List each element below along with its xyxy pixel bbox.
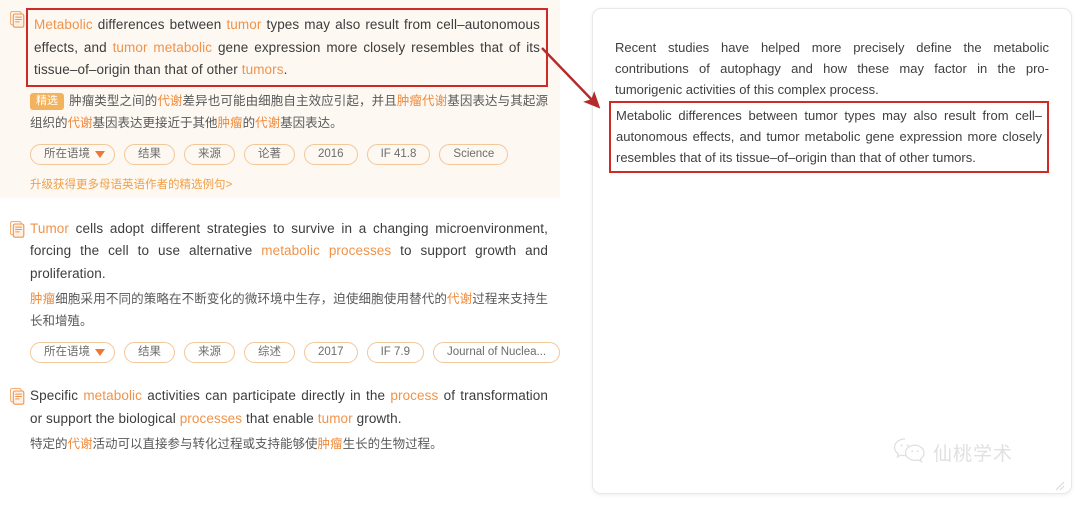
resize-grip-icon[interactable] [1055, 478, 1065, 491]
chinese-keyword[interactable]: 代谢 [68, 116, 93, 130]
english-keyword[interactable]: tumors [242, 62, 284, 77]
english-text: activities can participate directly in t… [142, 388, 391, 403]
tag-label: 结果 [138, 147, 161, 160]
metadata-tag[interactable]: Science [439, 143, 509, 165]
document-quote-icon[interactable] [10, 220, 25, 238]
metadata-tag[interactable]: IF 41.8 [366, 143, 431, 165]
sentence-results-list: Metabolic differences between tumor type… [0, 0, 560, 507]
sentence-row: Specific metabolic activities can partic… [10, 385, 548, 430]
tag-label: 来源 [198, 346, 221, 358]
metadata-tag[interactable]: 来源 [184, 342, 235, 363]
english-keyword[interactable]: processes [180, 411, 242, 426]
metadata-tag[interactable]: Journal of Nuclea... [433, 342, 560, 363]
document-quote-icon[interactable] [10, 11, 25, 28]
metadata-tag-row: 所在语境 结果 来源 论著 2016 IF 41.8 Science [10, 143, 548, 165]
chinese-keyword[interactable]: 代谢 [255, 116, 280, 130]
chinese-text: 生长的生物过程。 [342, 437, 443, 451]
english-sentence: Tumor cells adopt different strategies t… [30, 218, 548, 286]
chinese-text: 活动可以直接参与转化过程或支持能够使 [92, 437, 318, 451]
english-text: that enable [242, 410, 318, 426]
english-text: differences between [92, 17, 227, 32]
tag-label: 结果 [138, 346, 161, 358]
sentence-row: Metabolic differences between tumor type… [10, 8, 548, 87]
english-keyword[interactable]: Tumor [30, 221, 69, 236]
english-text: growth. [352, 410, 402, 426]
english-text: Specific [30, 388, 84, 403]
chinese-keyword[interactable]: 肿瘤 [30, 292, 55, 306]
sentence-entry: Metabolic differences between tumor type… [0, 0, 560, 198]
chinese-keyword[interactable]: 肿瘤 [218, 116, 243, 130]
document-quote-icon[interactable] [10, 388, 25, 405]
context-filter-tag[interactable]: 所在语境 [30, 143, 115, 165]
english-keyword[interactable]: tumor [318, 411, 353, 426]
tag-label: 综述 [258, 346, 281, 358]
tag-label: 所在语境 [44, 346, 90, 358]
metadata-tag[interactable]: 综述 [244, 342, 295, 363]
chevron-down-icon [95, 150, 105, 158]
english-sentence: Specific metabolic activities can partic… [30, 385, 548, 430]
metadata-tag[interactable]: 结果 [124, 143, 175, 165]
tag-label: 2017 [318, 346, 344, 358]
tag-label: 2016 [318, 147, 344, 160]
metadata-tag[interactable]: 论著 [244, 143, 295, 165]
tag-label: 来源 [198, 147, 221, 160]
metadata-tag[interactable]: 2016 [304, 143, 358, 165]
chinese-text: 差异也可能由细胞自主效应引起，并且 [182, 93, 397, 108]
english-keyword[interactable]: process [390, 388, 438, 403]
english-keyword[interactable]: tumor metabolic [113, 40, 213, 55]
tag-label: IF 41.8 [380, 147, 417, 160]
chinese-text: 基因表达。 [280, 115, 343, 130]
chinese-keyword[interactable]: 代谢 [447, 292, 472, 306]
entry-spacer [0, 369, 560, 377]
sentence-wrap: Specific metabolic activities can partic… [30, 385, 548, 430]
english-keyword[interactable]: Metabolic [34, 17, 93, 32]
chinese-translation: 特定的代谢活动可以直接参与转化过程或支持能够使肿瘤生长的生物过程。 [10, 433, 548, 455]
chinese-text: 细胞采用不同的策略在不断变化的微环境中生存，迫使细胞使用替代的 [55, 292, 447, 306]
watermark-text: 仙桃学术 [933, 443, 1014, 465]
chinese-keyword[interactable]: 代谢 [157, 94, 182, 108]
chinese-text: 的 [242, 115, 256, 130]
metadata-tag[interactable]: 2017 [304, 342, 358, 363]
entry-spacer [0, 198, 560, 210]
metadata-tag[interactable]: IF 7.9 [366, 342, 424, 363]
chevron-down-icon [95, 349, 105, 356]
sentence-entry: Specific metabolic activities can partic… [0, 377, 560, 461]
english-sentence-highlighted: Metabolic differences between tumor type… [26, 8, 548, 87]
metadata-tag[interactable]: 来源 [184, 143, 235, 165]
entry-spacer [0, 461, 560, 469]
upgrade-link[interactable]: 升级获得更多母语英语作者的精选例句> [10, 176, 548, 192]
watermark: 仙桃学术 [893, 437, 1013, 468]
screenshot-root: Metabolic differences between tumor type… [0, 0, 1080, 507]
metadata-tag[interactable]: 结果 [124, 342, 175, 363]
chinese-text: 肿瘤类型之间的 [69, 93, 158, 108]
english-keyword[interactable]: metabolic [83, 388, 142, 403]
chinese-translation: 肿瘤细胞采用不同的策略在不断变化的微环境中生存，迫使细胞使用替代的代谢过程来支持… [10, 288, 548, 332]
tag-label: IF 7.9 [380, 346, 410, 358]
source-context-panel: Recent studies have helped more precisel… [592, 8, 1072, 494]
sentence-entry: Tumor cells adopt different strategies t… [0, 210, 560, 370]
context-highlighted-sentence: Metabolic differences between tumor type… [609, 101, 1049, 173]
chinese-keyword[interactable]: 肿瘤 [318, 437, 343, 451]
chinese-text: 特定的 [30, 437, 68, 451]
english-keyword[interactable]: metabolic processes [261, 243, 391, 258]
tag-label: Science [453, 147, 495, 160]
featured-badge: 精选 [30, 92, 64, 110]
sentence-row: Tumor cells adopt different strategies t… [10, 218, 548, 286]
english-keyword[interactable]: tumor [226, 17, 261, 32]
context-paragraph: Recent studies have helped more precisel… [615, 40, 1049, 97]
sentence-wrap: Metabolic differences between tumor type… [26, 8, 548, 87]
chinese-keyword[interactable]: 肿瘤代谢 [397, 94, 447, 108]
wechat-logo-icon [893, 437, 927, 468]
chinese-translation: 精选 肿瘤类型之间的代谢差异也可能由细胞自主效应引起，并且肿瘤代谢基因表达与其起源… [10, 90, 548, 134]
tag-label: 论著 [258, 147, 281, 160]
tag-label: Journal of Nuclea... [447, 346, 547, 358]
metadata-tag-row: 所在语境 结果 来源 综述 2017 IF 7.9 Journal of Nuclea... [10, 342, 560, 363]
tag-label: 所在语境 [44, 147, 90, 160]
context-filter-tag[interactable]: 所在语境 [30, 342, 115, 363]
sentence-wrap: Tumor cells adopt different strategies t… [30, 218, 548, 286]
chinese-keyword[interactable]: 代谢 [68, 437, 93, 451]
chinese-text: 基因表达更接近于其他 [92, 115, 218, 130]
english-text: . [283, 62, 288, 77]
source-context-body: Recent studies have helped more precisel… [593, 9, 1071, 173]
